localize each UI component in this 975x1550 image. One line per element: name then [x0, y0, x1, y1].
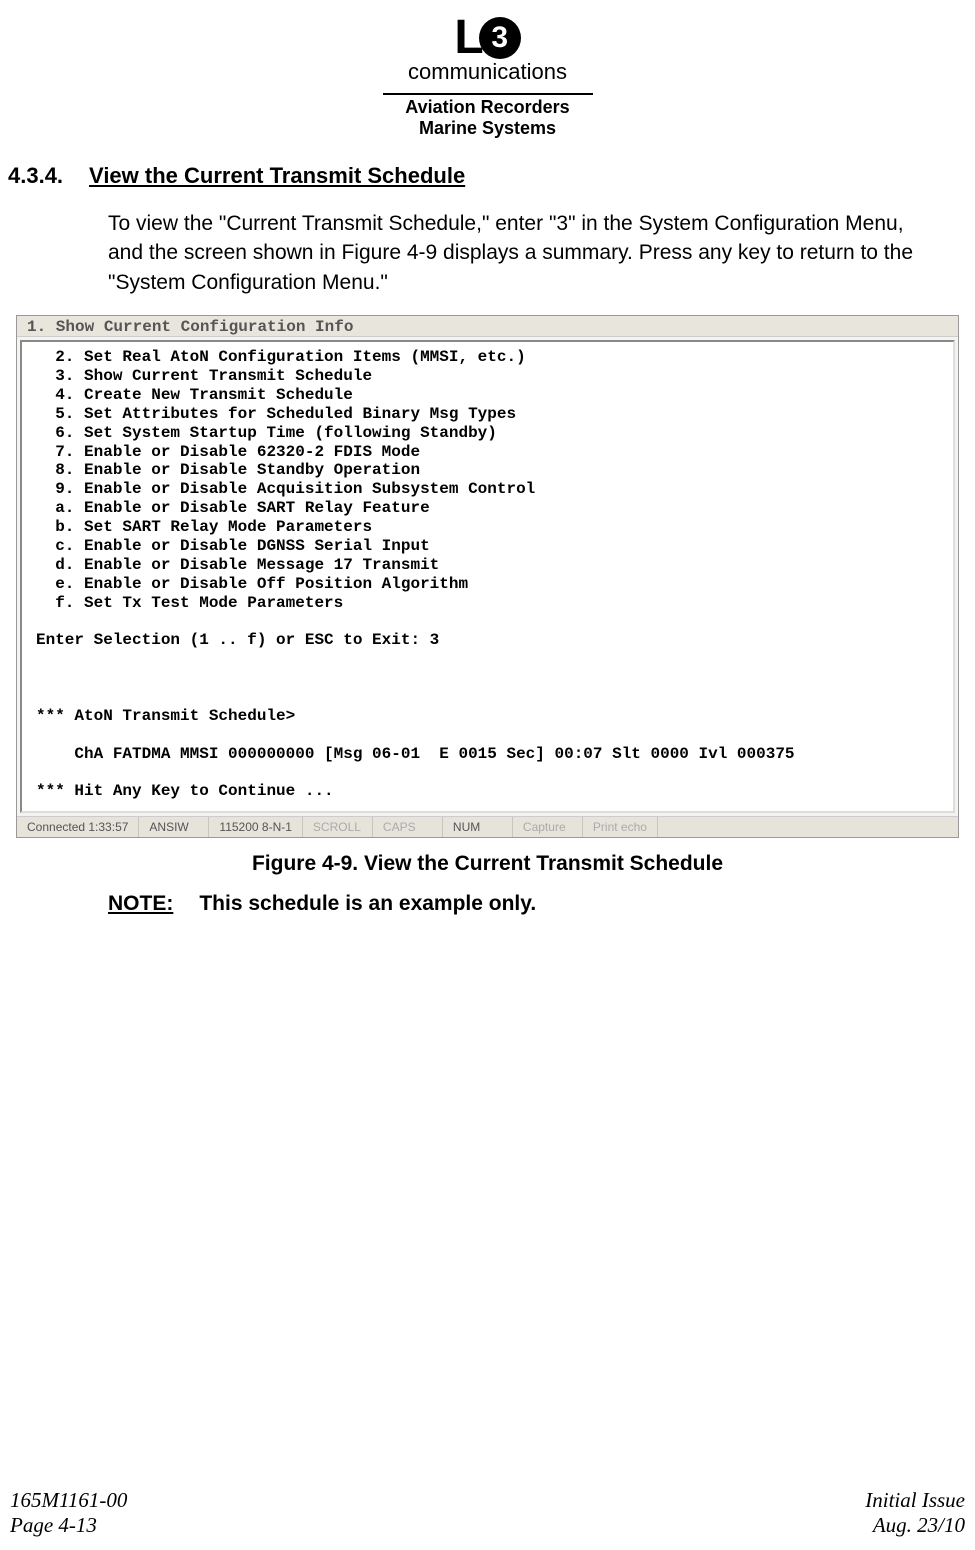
status-emulation: ANSIW: [139, 817, 209, 837]
status-num: NUM: [443, 817, 513, 837]
footer-doc-number: 165M1161-00: [10, 1488, 127, 1513]
section-title: View the Current Transmit Schedule: [89, 163, 465, 189]
footer-issue: Initial Issue: [865, 1488, 965, 1513]
header-subtitle-1: Aviation Recorders: [0, 97, 975, 118]
footer-date: Aug. 23/10: [865, 1513, 965, 1538]
status-connected: Connected 1:33:57: [17, 817, 139, 837]
page-footer: 165M1161-00 Page 4-13 Initial Issue Aug.…: [0, 1488, 975, 1538]
company-logo: L 3 communications: [408, 10, 567, 85]
body-paragraph: To view the "Current Transmit Schedule,"…: [8, 209, 967, 297]
terminal-clipped-line: 1. Show Current Configuration Info: [17, 316, 958, 337]
status-caps: CAPS: [373, 817, 443, 837]
note-text: This schedule is an example only.: [199, 892, 536, 916]
terminal-status-bar: Connected 1:33:57 ANSIW 115200 8-N-1 SCR…: [17, 816, 958, 837]
figure-caption: Figure 4-9. View the Current Transmit Sc…: [8, 852, 967, 876]
status-port: 115200 8-N-1: [209, 817, 303, 837]
logo-disc-icon: 3: [479, 17, 521, 59]
terminal-body: 2. Set Real AtoN Configuration Items (MM…: [20, 340, 955, 813]
status-scroll: SCROLL: [303, 817, 373, 837]
logo-text: communications: [408, 59, 567, 85]
note: NOTE: This schedule is an example only.: [8, 892, 967, 916]
section-number: 4.3.4.: [8, 163, 63, 189]
status-capture: Capture: [513, 817, 583, 837]
header-subtitle-2: Marine Systems: [0, 118, 975, 139]
footer-page-number: Page 4-13: [10, 1513, 127, 1538]
section-heading: 4.3.4. View the Current Transmit Schedul…: [8, 163, 967, 189]
logo-letter: L: [454, 10, 481, 65]
page-header: L 3 communications Aviation Recorders Ma…: [0, 10, 975, 139]
terminal-window: 1. Show Current Configuration Info 2. Se…: [16, 315, 959, 838]
header-rule: [383, 93, 593, 95]
note-label: NOTE:: [108, 892, 173, 916]
status-print-echo: Print echo: [583, 817, 658, 837]
